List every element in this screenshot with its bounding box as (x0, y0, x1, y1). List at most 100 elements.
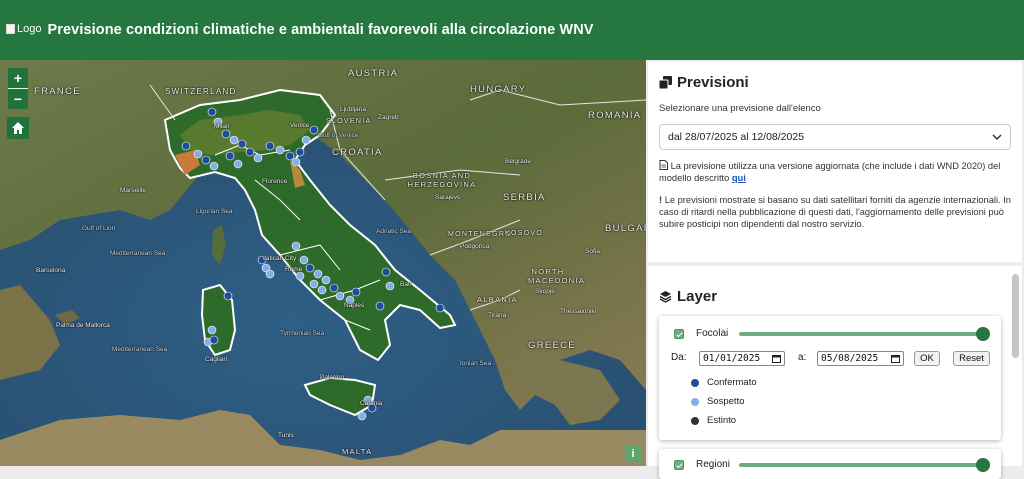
map-canvas[interactable] (0, 60, 646, 466)
da-label: Da: (671, 352, 687, 363)
ok-button[interactable]: OK (914, 351, 940, 366)
logo-alt-text: Logo (17, 23, 42, 35)
chevron-down-icon (992, 133, 1002, 140)
focolaio-marker[interactable] (375, 301, 385, 311)
focolaio-marker[interactable] (335, 291, 345, 301)
home-button[interactable] (7, 117, 29, 139)
da-date-input[interactable]: 01/01/2025 (699, 351, 785, 366)
focolaio-marker[interactable] (223, 291, 233, 301)
focolaio-marker[interactable] (351, 287, 361, 297)
previsione-selected-value: dal 28/07/2025 al 12/08/2025 (668, 131, 805, 143)
focolai-label: Focolai (696, 328, 729, 339)
map-label-marseille: Marseille (120, 187, 147, 194)
focolaio-marker[interactable] (321, 275, 331, 285)
focolaio-marker[interactable] (317, 285, 327, 295)
focolaio-marker[interactable] (285, 151, 295, 161)
focolaio-marker[interactable] (237, 139, 247, 149)
map-label-hungary: HUNGARY (470, 84, 527, 95)
model-link[interactable]: qui (732, 173, 746, 183)
previsioni-title-text: Previsioni (677, 74, 749, 91)
exclamation-icon: ! (659, 195, 663, 205)
focolaio-marker[interactable] (201, 155, 211, 165)
focolaio-marker[interactable] (309, 125, 319, 135)
focolaio-marker[interactable] (309, 279, 319, 289)
focolai-opacity-slider[interactable] (739, 332, 983, 336)
focolaio-marker[interactable] (233, 159, 243, 169)
broken-image-icon (6, 24, 15, 34)
focolaio-marker[interactable] (265, 269, 275, 279)
focolaio-marker[interactable] (313, 269, 323, 279)
map-label-serbia: SERBIA (503, 192, 546, 203)
map-label-france: FRANCE (34, 86, 81, 97)
focolaio-marker[interactable] (299, 255, 309, 265)
map-label-venice: Venice (290, 122, 310, 129)
zoom-out-button[interactable]: − (8, 89, 28, 109)
map-label-sea-2: Mediterranean Sea (112, 346, 168, 353)
legend-estinto: Estinto (707, 415, 737, 426)
focolaio-marker[interactable] (295, 271, 305, 281)
regioni-opacity-knob[interactable] (976, 458, 990, 472)
map-label-ionian: Ionian Sea (460, 360, 492, 367)
focolaio-marker[interactable] (291, 241, 301, 251)
app-header: Logo Previsione condizioni climatiche e … (0, 0, 1024, 60)
focolaio-marker[interactable] (435, 303, 445, 313)
focolaio-marker[interactable] (209, 335, 219, 345)
calendar-icon (891, 355, 900, 363)
focolaio-marker[interactable] (305, 263, 315, 273)
focolaio-marker[interactable] (221, 129, 231, 139)
legend-confermato: Confermato (707, 377, 757, 388)
focolai-opacity-knob[interactable] (976, 327, 990, 341)
focolaio-marker[interactable] (207, 325, 217, 335)
zoom-control: + − (8, 68, 28, 109)
map-label-austria: AUSTRIA (348, 68, 399, 79)
map-label-bari: Bari (400, 281, 412, 288)
panel-scrollbar[interactable] (1012, 274, 1019, 358)
map-label-albania: ALBANIA (477, 295, 518, 304)
focolaio-marker[interactable] (193, 149, 203, 159)
focolaio-marker[interactable] (209, 161, 219, 171)
info-button[interactable]: i (625, 446, 641, 462)
map-label-tunis: Tunis (278, 432, 294, 439)
satellite-note: ! Le previsioni mostrate si basano su da… (659, 194, 1011, 230)
focolaio-marker[interactable] (291, 157, 301, 167)
focolaio-marker[interactable] (295, 147, 305, 157)
map-label-north-macedonia: NORTH MACEDONIA (528, 267, 586, 285)
document-icon (659, 160, 668, 170)
focolaio-marker[interactable] (301, 135, 311, 145)
previsioni-title: Previsioni (659, 74, 1011, 91)
da-date-value: 01/01/2025 (703, 353, 761, 364)
focolaio-marker[interactable] (207, 107, 217, 117)
focolaio-marker[interactable] (385, 281, 395, 291)
map-view[interactable]: + − i AUSTRIA HUNGARY FRANCE SLOVENIA CR… (0, 60, 646, 466)
focolaio-marker[interactable] (225, 151, 235, 161)
reset-button[interactable]: Reset (953, 351, 990, 366)
focolai-checkbox[interactable] (674, 329, 684, 339)
focolaio-marker[interactable] (265, 141, 275, 151)
focolaio-marker[interactable] (329, 283, 339, 293)
model-note: La previsione utilizza una versione aggi… (659, 160, 1011, 184)
layer-title: Layer (659, 288, 1011, 305)
focolaio-marker[interactable] (253, 153, 263, 163)
a-date-input[interactable]: 05/08/2025 (817, 351, 904, 366)
focolaio-marker[interactable] (381, 267, 391, 277)
map-label-bosnia: BOSNIA AND HERZEGOVINA (407, 171, 477, 189)
map-label-zagreb: Zagreb (378, 114, 399, 121)
map-label-rome: Rome (285, 266, 303, 273)
focolaio-marker[interactable] (275, 145, 285, 155)
regioni-opacity-slider[interactable] (739, 463, 983, 467)
regioni-checkbox[interactable] (674, 460, 684, 470)
map-label-sofia: Sofia (585, 248, 600, 255)
map-label-kosovo: KOSOVO (505, 230, 544, 237)
regioni-label: Regioni (696, 459, 730, 470)
map-label-slovenia: SLOVENIA (326, 118, 372, 125)
layer-title-text: Layer (677, 288, 718, 305)
focolaio-marker[interactable] (229, 135, 239, 145)
a-date-value: 05/08/2025 (821, 353, 879, 364)
zoom-in-button[interactable]: + (8, 68, 28, 88)
focolaio-marker[interactable] (181, 141, 191, 151)
focolaio-marker[interactable] (357, 411, 367, 421)
previsione-select[interactable]: dal 28/07/2025 al 12/08/2025 (659, 124, 1011, 150)
model-note-text: La previsione utilizza una versione aggi… (659, 161, 1001, 183)
map-label-sarajevo: Sarajevo (435, 194, 461, 201)
focolaio-marker[interactable] (245, 147, 255, 157)
